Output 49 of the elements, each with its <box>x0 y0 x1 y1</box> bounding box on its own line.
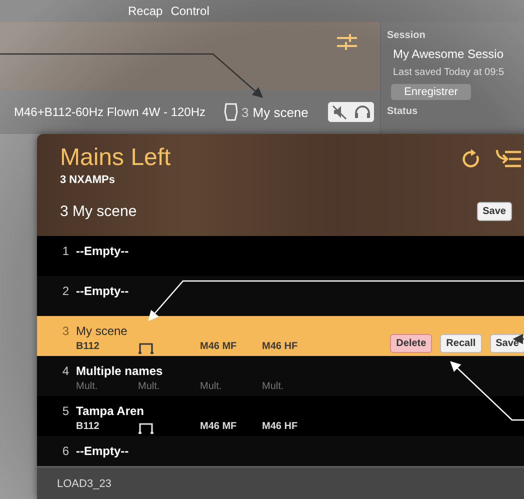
speaker-model: Mult. <box>76 381 99 392</box>
speaker-model: M46 MF <box>200 421 238 434</box>
scene-number: 3 <box>242 104 249 120</box>
scene-action-button[interactable]: Save <box>490 334 524 353</box>
speaker-model: B112 <box>76 421 100 434</box>
speaker-model: Mult. <box>262 381 285 392</box>
delete-button[interactable]: Delete <box>390 334 432 353</box>
scene-number: 4 <box>61 364 69 378</box>
speaker-model: M46 HF <box>262 421 299 434</box>
scene-number: 1 <box>61 244 69 258</box>
scene-number: 6 <box>61 444 69 458</box>
menu-item[interactable]: Recap <box>128 4 163 18</box>
speaker-model: Mult. <box>200 381 223 392</box>
scene-number: 3 <box>61 324 69 338</box>
speaker-model: M46 HF <box>262 341 299 354</box>
scene-name: Tampa Aren <box>76 404 146 418</box>
scene-name: Multiple names <box>76 364 164 378</box>
scene-action-button[interactable]: Recall <box>440 334 482 353</box>
scene-row[interactable]: 2 --Empty-- <box>37 276 524 316</box>
list-icon[interactable] <box>495 148 521 170</box>
scene-row[interactable]: 6 --Empty-- <box>37 436 524 466</box>
link-icon <box>138 342 154 354</box>
scene-name: --Empty-- <box>76 444 130 458</box>
last-saved-text: Last saved Today at 09:5 <box>392 67 506 78</box>
scene-number: 2 <box>61 284 69 298</box>
amp-count: 3 NXAMPs <box>60 174 116 186</box>
section-heading: Session <box>387 30 426 41</box>
speaker-model: Mult. <box>138 381 161 392</box>
session-name: My Awesome Sessio <box>392 47 504 61</box>
section-heading: Status <box>387 106 419 117</box>
scene-name: --Empty-- <box>76 244 130 258</box>
link-icon <box>138 422 154 434</box>
panel-title: Mains Left <box>60 144 171 172</box>
menu-item[interactable]: Control <box>170 4 210 18</box>
scene-row[interactable]: 4 Multiple names Mult. Mult. Mult. Mult. <box>37 356 524 396</box>
save-button[interactable]: Save <box>476 202 512 221</box>
sliders-icon <box>336 34 358 50</box>
scene-number: 5 <box>61 404 69 418</box>
speaker-model: M46 MF <box>200 341 238 354</box>
speaker-model: B112 <box>76 341 100 354</box>
preset-name: M46+B112-60Hz Flown 4W - 120Hz <box>14 105 206 119</box>
refresh-icon[interactable] <box>461 148 481 170</box>
current-scene: 3 My scene <box>60 203 138 220</box>
footer-label: LOAD3_23 <box>37 466 524 499</box>
scene-name: My scene <box>76 324 128 338</box>
scene-name: --Empty-- <box>76 284 130 298</box>
speaker-icon <box>224 103 238 121</box>
scene-name: My scene <box>252 104 308 120</box>
scene-row[interactable]: 3 My scene B112 M46 MF M46 HF Delete Recall Save <box>37 316 524 356</box>
